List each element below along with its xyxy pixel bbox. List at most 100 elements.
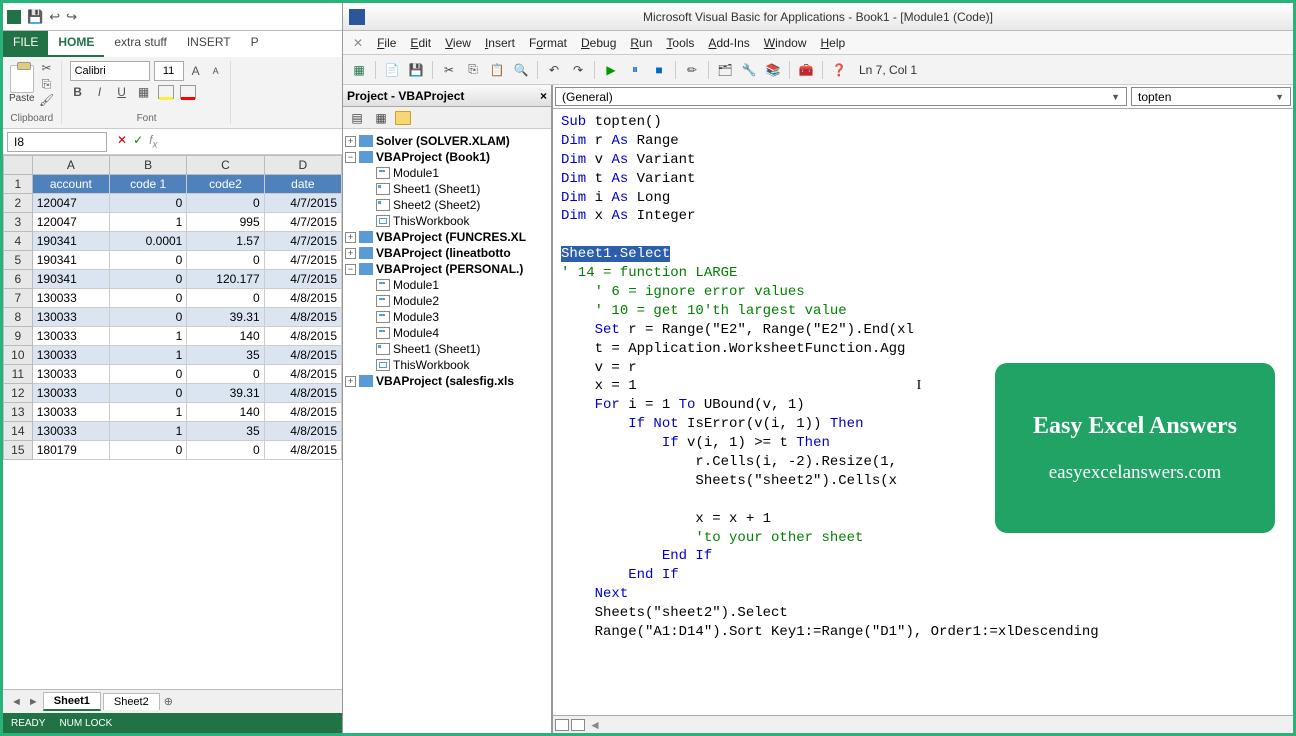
cell[interactable]: 180179 bbox=[32, 441, 109, 460]
cell[interactable]: 0 bbox=[110, 289, 187, 308]
cell[interactable]: 1 bbox=[110, 422, 187, 441]
fx-icon[interactable]: fx bbox=[149, 133, 157, 150]
tree-p-m2[interactable]: Module2 bbox=[393, 294, 439, 308]
cell[interactable]: code 1 bbox=[110, 175, 187, 194]
decrease-font-icon[interactable]: A bbox=[208, 64, 224, 78]
col-d[interactable]: D bbox=[264, 156, 341, 175]
row-h[interactable]: 6 bbox=[4, 270, 33, 289]
cell[interactable]: 0 bbox=[110, 308, 187, 327]
sheet-tab-1[interactable]: Sheet1 bbox=[43, 692, 101, 711]
full-module-view-icon[interactable] bbox=[571, 719, 585, 731]
font-size-select[interactable]: 11 bbox=[154, 61, 184, 81]
help-icon[interactable]: ❓ bbox=[829, 60, 849, 80]
cell[interactable]: 1 bbox=[110, 213, 187, 232]
row-h[interactable]: 12 bbox=[4, 384, 33, 403]
cell[interactable]: 4/7/2015 bbox=[264, 251, 341, 270]
font-name-select[interactable]: Calibri bbox=[70, 61, 150, 81]
cell[interactable]: 1 bbox=[110, 327, 187, 346]
cell[interactable]: 130033 bbox=[32, 422, 109, 441]
paste-button[interactable]: Paste bbox=[9, 65, 35, 104]
cell[interactable]: 120047 bbox=[32, 213, 109, 232]
menu-tools[interactable]: Tools bbox=[666, 36, 694, 50]
find-icon[interactable]: 🔍 bbox=[511, 60, 531, 80]
cell[interactable]: 0 bbox=[110, 270, 187, 289]
cell[interactable]: 120.177 bbox=[187, 270, 264, 289]
tree-p-m1[interactable]: Module1 bbox=[393, 278, 439, 292]
cell[interactable]: 130033 bbox=[32, 289, 109, 308]
tree-thisworkbook[interactable]: ThisWorkbook bbox=[393, 214, 469, 228]
tab-insert[interactable]: INSERT bbox=[177, 31, 241, 57]
menu-insert[interactable]: Insert bbox=[485, 36, 515, 50]
cell[interactable]: account bbox=[32, 175, 109, 194]
tree-sheet2[interactable]: Sheet2 (Sheet2) bbox=[393, 198, 480, 212]
cell[interactable]: 0 bbox=[187, 194, 264, 213]
tree-p-s1[interactable]: Sheet1 (Sheet1) bbox=[393, 342, 480, 356]
run-icon[interactable]: ▶ bbox=[601, 60, 621, 80]
menu-addins[interactable]: Add-Ins bbox=[708, 36, 749, 50]
tree-personal[interactable]: VBAProject (PERSONAL.) bbox=[376, 262, 523, 276]
view-object-icon[interactable]: ▦ bbox=[371, 108, 391, 128]
cell[interactable]: 4/8/2015 bbox=[264, 308, 341, 327]
copy-icon[interactable]: ⎘ bbox=[39, 77, 55, 91]
cell[interactable]: 0 bbox=[110, 251, 187, 270]
cut-icon[interactable]: ✂ bbox=[439, 60, 459, 80]
cell[interactable]: 130033 bbox=[32, 384, 109, 403]
cell[interactable]: 0 bbox=[187, 365, 264, 384]
cell[interactable]: 130033 bbox=[32, 327, 109, 346]
cell[interactable]: 130033 bbox=[32, 365, 109, 384]
insert-module-icon[interactable]: 📄 bbox=[382, 60, 402, 80]
cell[interactable]: 190341 bbox=[32, 270, 109, 289]
undo-icon[interactable]: ↶ bbox=[544, 60, 564, 80]
cell[interactable]: 190341 bbox=[32, 232, 109, 251]
tree-p-m3[interactable]: Module3 bbox=[393, 310, 439, 324]
procedure-view-icon[interactable] bbox=[555, 719, 569, 731]
cell[interactable]: 0 bbox=[110, 194, 187, 213]
new-sheet-icon[interactable]: ⊕ bbox=[162, 695, 175, 708]
cell[interactable]: 130033 bbox=[32, 346, 109, 365]
reset-icon[interactable]: ■ bbox=[649, 60, 669, 80]
col-c[interactable]: C bbox=[187, 156, 264, 175]
worksheet-grid[interactable]: ABCD 1accountcode 1code2date 2120047004/… bbox=[3, 155, 342, 689]
menu-debug[interactable]: Debug bbox=[581, 36, 616, 50]
cell[interactable]: 190341 bbox=[32, 251, 109, 270]
tab-extra[interactable]: extra stuff bbox=[104, 31, 176, 57]
project-tree[interactable]: +Solver (SOLVER.XLAM) −VBAProject (Book1… bbox=[343, 129, 551, 733]
cell[interactable]: 4/8/2015 bbox=[264, 422, 341, 441]
cell[interactable]: 4/8/2015 bbox=[264, 346, 341, 365]
cell[interactable]: 0 bbox=[110, 384, 187, 403]
italic-button[interactable]: I bbox=[92, 85, 108, 99]
toggle-folders-icon[interactable] bbox=[395, 111, 411, 125]
cell[interactable]: 4/8/2015 bbox=[264, 441, 341, 460]
save-icon[interactable]: 💾 bbox=[406, 60, 426, 80]
name-box[interactable]: I8 bbox=[7, 132, 107, 152]
menu-file[interactable]: File bbox=[377, 36, 396, 50]
cell[interactable]: 0 bbox=[110, 365, 187, 384]
procedure-dropdown[interactable]: topten▼ bbox=[1131, 87, 1291, 106]
cell[interactable]: 4/8/2015 bbox=[264, 365, 341, 384]
cell[interactable]: 35 bbox=[187, 422, 264, 441]
menu-view[interactable]: View bbox=[445, 36, 471, 50]
row-h[interactable]: 15 bbox=[4, 441, 33, 460]
cell[interactable]: 0 bbox=[187, 441, 264, 460]
tree-salesfig[interactable]: VBAProject (salesfig.xls bbox=[376, 374, 514, 388]
project-explorer-icon[interactable]: 🗂 bbox=[715, 60, 735, 80]
cell[interactable]: 0 bbox=[187, 251, 264, 270]
cell[interactable]: 4/8/2015 bbox=[264, 403, 341, 422]
tab-file[interactable]: FILE bbox=[3, 31, 48, 57]
object-browser-icon[interactable]: 📚 bbox=[763, 60, 783, 80]
border-icon[interactable]: ▦ bbox=[136, 85, 152, 99]
view-code-icon[interactable]: ▤ bbox=[347, 108, 367, 128]
cell[interactable]: 4/8/2015 bbox=[264, 384, 341, 403]
scroll-left-icon[interactable]: ◄ bbox=[589, 718, 601, 732]
close-child-icon[interactable]: ✕ bbox=[353, 36, 363, 50]
menu-window[interactable]: Window bbox=[764, 36, 807, 50]
redo-icon[interactable]: ↷ bbox=[568, 60, 588, 80]
underline-button[interactable]: U bbox=[114, 85, 130, 99]
cut-icon[interactable]: ✂ bbox=[39, 61, 55, 75]
cell[interactable]: 39.31 bbox=[187, 308, 264, 327]
cell[interactable]: 995 bbox=[187, 213, 264, 232]
cell[interactable]: 130033 bbox=[32, 308, 109, 327]
col-b[interactable]: B bbox=[110, 156, 187, 175]
font-color-button[interactable] bbox=[180, 85, 196, 99]
format-painter-icon[interactable]: 🖌 bbox=[39, 93, 55, 107]
